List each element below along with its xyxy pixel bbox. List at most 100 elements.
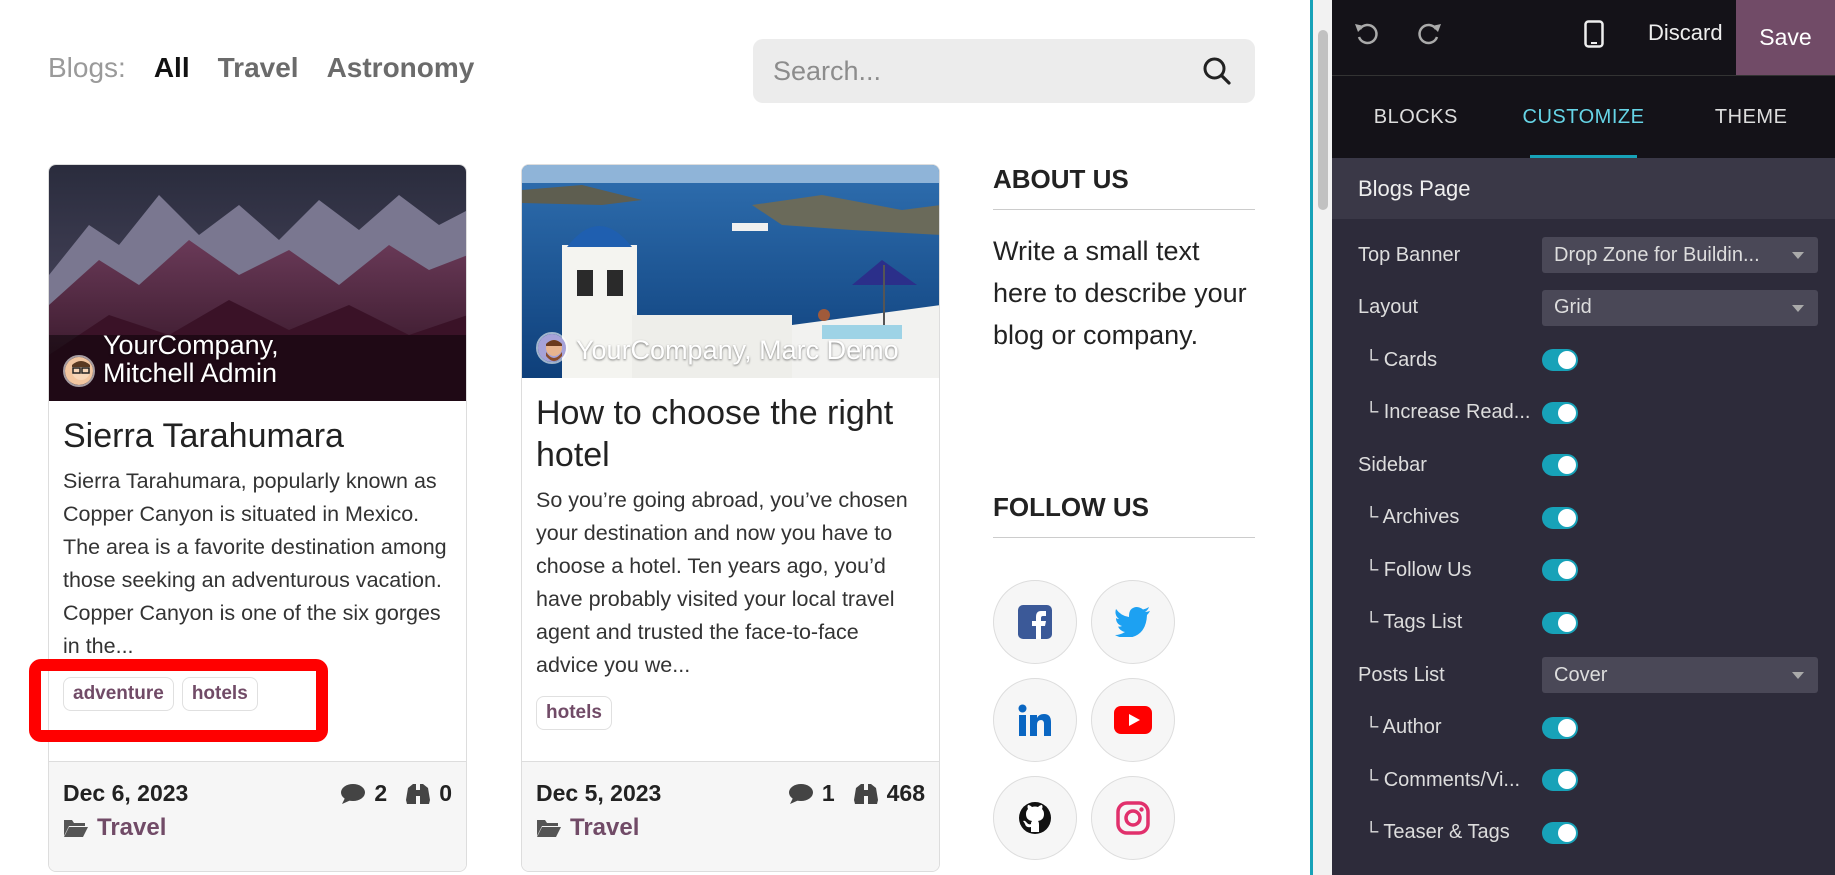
- blog-filter-astronomy[interactable]: Astronomy: [327, 52, 475, 84]
- linkedin-icon[interactable]: [993, 678, 1077, 762]
- redo-icon[interactable]: [1416, 20, 1442, 51]
- search-icon[interactable]: [1199, 53, 1235, 89]
- views-count: 468: [853, 780, 925, 807]
- chevron-down-icon: [1792, 252, 1804, 260]
- option-label: └ Tags List: [1364, 611, 1463, 634]
- post-category[interactable]: Travel: [536, 814, 639, 842]
- about-us-text: Write a small text here to describe your…: [993, 236, 1247, 350]
- tag-hotels[interactable]: hotels: [536, 696, 612, 730]
- page: Blogs: All Travel Astronomy Search... Yo…: [0, 0, 1835, 875]
- top-banner-select[interactable]: Drop Zone for Buildin...: [1542, 237, 1818, 274]
- post-tags: adventure hotels: [63, 677, 452, 711]
- tags-list-toggle[interactable]: [1542, 611, 1578, 634]
- tab-blocks[interactable]: BLOCKS: [1332, 76, 1500, 158]
- tag-adventure[interactable]: adventure: [63, 677, 174, 711]
- save-button[interactable]: Save: [1736, 0, 1835, 75]
- post-teaser: Sierra Tarahumara, popularly known as Co…: [63, 469, 447, 658]
- option-increase-readability: └ Increase Read...: [1332, 387, 1835, 440]
- search-box: [753, 39, 1255, 103]
- option-cards: └ Cards: [1332, 334, 1835, 387]
- author-toggle[interactable]: [1542, 716, 1578, 739]
- cards-toggle[interactable]: [1542, 349, 1578, 372]
- option-comments-views: └ Comments/Vi...: [1332, 754, 1835, 807]
- blog-filter-nav: Blogs: All Travel Astronomy: [48, 52, 474, 84]
- page-scrollbar[interactable]: [1310, 0, 1332, 875]
- views-count: 0: [405, 780, 452, 807]
- comment-icon: [788, 783, 813, 804]
- option-label: └ Comments/Vi...: [1364, 768, 1521, 791]
- option-label: └ Archives: [1364, 506, 1460, 529]
- follow-us-section: FOLLOW US: [993, 492, 1255, 860]
- discard-button[interactable]: Discard: [1648, 20, 1723, 46]
- option-label: └ Teaser & Tags: [1364, 821, 1510, 844]
- author-name: YourCompany, Mitchell Admin: [103, 330, 279, 388]
- scrollbar-thumb[interactable]: [1318, 30, 1328, 210]
- twitter-icon[interactable]: [1091, 580, 1175, 664]
- folder-open-icon: [537, 820, 561, 837]
- option-top-banner: Top Banner Drop Zone for Buildin...: [1332, 229, 1835, 282]
- facebook-icon[interactable]: [993, 580, 1077, 664]
- option-sidebar: Sidebar: [1332, 439, 1835, 492]
- author-name: YourCompany, Marc Demo: [576, 335, 899, 365]
- post-cover-image[interactable]: YourCompany, Mitchell Admin: [49, 165, 466, 401]
- posts-list-select[interactable]: Cover: [1542, 657, 1818, 694]
- blog-post-card[interactable]: YourCompany, Mitchell Admin Sierra Tarah…: [48, 164, 467, 872]
- option-archives: └ Archives: [1332, 492, 1835, 545]
- author-avatar: [536, 332, 568, 364]
- option-label: Layout: [1358, 296, 1419, 319]
- about-us-section: ABOUT US Write a small text here to desc…: [993, 164, 1255, 356]
- option-label: └ Author: [1364, 716, 1442, 739]
- option-follow-us: └ Follow Us: [1332, 544, 1835, 597]
- post-title[interactable]: How to choose the right hotel: [536, 392, 925, 476]
- follow-us-title: FOLLOW US: [993, 492, 1255, 538]
- increase-readability-toggle[interactable]: [1542, 401, 1578, 424]
- mobile-preview-icon[interactable]: [1584, 20, 1604, 53]
- option-label: Sidebar: [1358, 453, 1427, 476]
- tag-hotels[interactable]: hotels: [181, 677, 258, 711]
- option-label: Posts List: [1358, 663, 1445, 686]
- blog-filter-travel[interactable]: Travel: [218, 52, 299, 84]
- option-teaser-tags: └ Teaser & Tags: [1332, 807, 1835, 860]
- post-author: YourCompany, Marc Demo: [536, 332, 899, 364]
- option-tags-list: └ Tags List: [1332, 597, 1835, 650]
- post-category[interactable]: Travel: [63, 814, 166, 842]
- post-title[interactable]: Sierra Tarahumara: [63, 415, 452, 457]
- post-cover-image[interactable]: YourCompany, Marc Demo: [522, 165, 939, 378]
- section-title: Blogs Page: [1332, 158, 1835, 219]
- post-date: Dec 6, 2023: [63, 780, 189, 806]
- tab-customize[interactable]: CUSTOMIZE: [1500, 76, 1668, 158]
- chevron-down-icon: [1792, 672, 1804, 680]
- binoculars-icon: [406, 783, 431, 804]
- editor-toolbar: Discard Save: [1332, 0, 1835, 75]
- editor-panel: Discard Save BLOCKS CUSTOMIZE THEME Blog…: [1332, 0, 1835, 875]
- comments-count: 2: [340, 780, 387, 807]
- option-label: └ Cards: [1364, 348, 1438, 371]
- github-icon[interactable]: [993, 776, 1077, 860]
- comments-views-toggle[interactable]: [1542, 769, 1578, 792]
- editor-tabs: BLOCKS CUSTOMIZE THEME: [1332, 75, 1835, 158]
- comment-icon: [341, 783, 366, 804]
- archives-toggle[interactable]: [1542, 506, 1578, 529]
- post-author: YourCompany, Mitchell Admin: [63, 331, 373, 387]
- post-teaser: So you’re going abroad, you’ve chosen yo…: [536, 488, 908, 677]
- teaser-tags-toggle[interactable]: [1542, 821, 1578, 844]
- folder-open-icon: [64, 820, 88, 837]
- binoculars-icon: [853, 783, 878, 804]
- instagram-icon[interactable]: [1091, 776, 1175, 860]
- follow-us-toggle[interactable]: [1542, 559, 1578, 582]
- social-links: [993, 580, 1255, 860]
- option-label: Top Banner: [1358, 243, 1461, 266]
- sidebar-toggle[interactable]: [1542, 454, 1578, 477]
- option-layout: Layout Grid: [1332, 282, 1835, 335]
- undo-icon[interactable]: [1354, 20, 1380, 51]
- blog-filter-all[interactable]: All: [154, 52, 190, 84]
- search-input[interactable]: [773, 55, 1199, 87]
- blog-post-card[interactable]: YourCompany, Marc Demo How to choose the…: [521, 164, 940, 872]
- tab-theme[interactable]: THEME: [1667, 76, 1835, 158]
- youtube-icon[interactable]: [1091, 678, 1175, 762]
- options-list: Top Banner Drop Zone for Buildin... Layo…: [1332, 219, 1835, 859]
- blogs-label: Blogs:: [48, 52, 126, 83]
- chevron-down-icon: [1792, 304, 1804, 312]
- layout-select[interactable]: Grid: [1542, 289, 1818, 326]
- about-us-title: ABOUT US: [993, 164, 1255, 210]
